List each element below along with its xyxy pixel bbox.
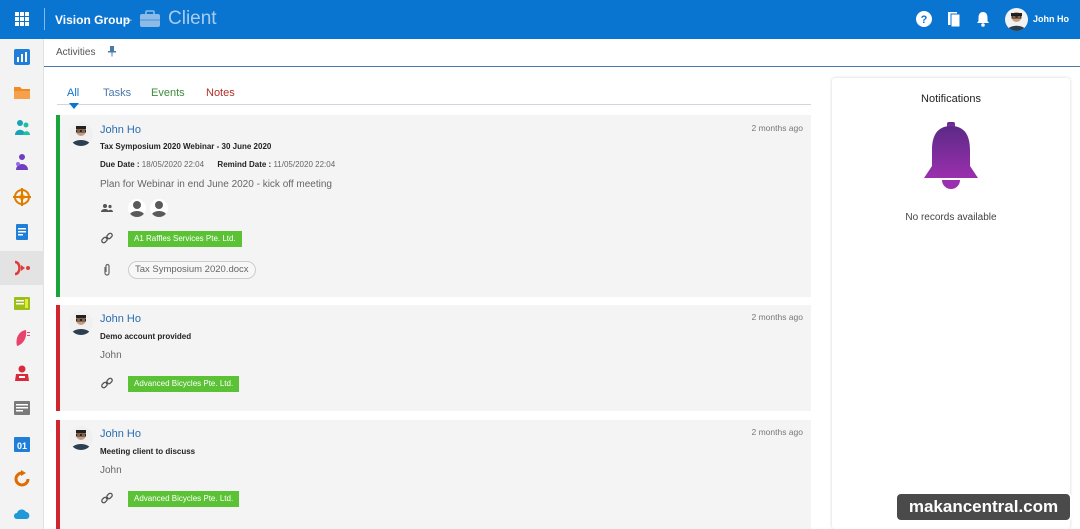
sidebar-item-activities[interactable]: [0, 251, 44, 285]
sidebar-item-report[interactable]: [0, 391, 44, 425]
activity-card[interactable]: John Ho 2 months ago Tax Symposium 2020 …: [56, 115, 811, 297]
activity-time: 2 months ago: [751, 123, 803, 133]
notifications-title: Notifications: [921, 93, 981, 105]
sidebar: 01: [0, 39, 44, 529]
document-icon: [16, 224, 28, 240]
sidebar-item-target[interactable]: [0, 180, 44, 214]
app-title: Client: [168, 8, 217, 29]
user-name[interactable]: John Ho: [1033, 14, 1069, 24]
bell-icon[interactable]: [974, 10, 992, 28]
due-date-value: 18/05/2020 22:04: [141, 160, 205, 169]
sidebar-item-leaf[interactable]: [0, 321, 44, 355]
svg-text:01: 01: [17, 441, 27, 451]
sidebar-item-calendar[interactable]: 01: [0, 427, 44, 461]
sidebar-item-folder[interactable]: [0, 75, 44, 109]
header-separator: –: [125, 12, 132, 26]
report-icon: [14, 401, 30, 415]
activity-card[interactable]: John Ho 2 months ago Demo account provid…: [56, 305, 811, 411]
activity-author[interactable]: John Ho: [100, 313, 141, 325]
header-divider: [44, 8, 45, 30]
attendee-avatar[interactable]: [150, 199, 168, 217]
help-icon[interactable]: ?: [915, 10, 933, 28]
svg-text:?: ?: [921, 14, 928, 26]
no-records-text: No records available: [905, 212, 997, 223]
tab-tasks[interactable]: Tasks: [103, 87, 131, 99]
top-bar: Vision Group – Client ? John Ho: [0, 0, 1080, 39]
briefcase-icon: [140, 10, 160, 27]
remind-date-label: Remind Date :: [217, 160, 272, 169]
sidebar-item-document[interactable]: [0, 215, 44, 249]
app-launcher-icon[interactable]: [15, 12, 29, 26]
activity-time: 2 months ago: [751, 427, 803, 437]
due-date-label: Due Date :: [100, 160, 140, 169]
activity-description: John: [100, 465, 122, 476]
activity-subject: Tax Symposium 2020 Webinar - 30 June 202…: [100, 142, 272, 151]
remind-date-value: 11/05/2020 22:04: [273, 160, 336, 169]
activity-card[interactable]: John Ho 2 months ago Meeting client to d…: [56, 420, 811, 529]
breadcrumb: Activities: [44, 39, 1080, 67]
link-icon: [101, 492, 113, 504]
sidebar-item-dashboard[interactable]: [0, 40, 44, 74]
tab-notes[interactable]: Notes: [206, 87, 235, 99]
linked-client-tag[interactable]: A1 Raffles Services Pte. Ltd.: [128, 231, 242, 247]
ledger-icon: [14, 297, 30, 310]
activity-author[interactable]: John Ho: [100, 428, 141, 440]
dashboard-icon: [14, 49, 30, 65]
activity-time: 2 months ago: [751, 312, 803, 322]
sidebar-item-refresh[interactable]: [0, 462, 44, 496]
sidebar-item-teams[interactable]: [0, 145, 44, 179]
leaf-icon: [16, 330, 30, 346]
contacts-icon: [15, 120, 30, 135]
linked-client-tag[interactable]: Advanced Bicycles Pte. Ltd.: [128, 376, 240, 392]
pin-icon[interactable]: [107, 45, 117, 57]
activity-subject: Demo account provided: [100, 332, 192, 341]
watermark: makancentral.com: [895, 492, 1072, 522]
bag-icon: [15, 365, 29, 381]
activity-dates: Due Date : 18/05/2020 22:04 Remind Date …: [100, 160, 335, 169]
notification-bell-icon: [924, 122, 978, 189]
breadcrumb-activities[interactable]: Activities: [56, 47, 95, 58]
cloud-icon: [14, 509, 30, 519]
paperclip-icon: [104, 263, 110, 276]
activity-author[interactable]: John Ho: [100, 124, 141, 136]
user-avatar[interactable]: [1005, 8, 1028, 31]
sidebar-item-contacts[interactable]: [0, 110, 44, 144]
avatar: [69, 311, 93, 335]
avatar: [69, 426, 93, 450]
link-icon: [101, 377, 113, 389]
attachment-chip[interactable]: Tax Symposium 2020.docx: [128, 261, 256, 279]
tab-all[interactable]: All: [67, 87, 79, 99]
activity-tabs: All Tasks Events Notes: [57, 86, 811, 109]
activity-icon: [14, 260, 30, 276]
teams-icon: [16, 154, 28, 170]
attendee-avatar[interactable]: [128, 199, 146, 217]
activity-description: Plan for Webinar in end June 2020 - kick…: [100, 179, 332, 190]
target-icon: [13, 188, 31, 206]
sidebar-item-bag[interactable]: [0, 356, 44, 390]
notifications-panel: Notifications No records available: [832, 78, 1070, 529]
calendar-icon: 01: [14, 437, 30, 452]
active-tab-indicator: [69, 103, 79, 109]
org-name[interactable]: Vision Group: [55, 13, 130, 27]
refresh-icon: [14, 470, 30, 487]
bookmarks-icon[interactable]: [945, 10, 963, 28]
sidebar-item-ledger[interactable]: [0, 286, 44, 320]
attendees-icon: [101, 204, 113, 212]
avatar: [69, 122, 93, 146]
link-icon: [101, 232, 113, 244]
tab-events[interactable]: Events: [151, 87, 185, 99]
sidebar-item-cloud[interactable]: [0, 497, 44, 529]
linked-client-tag[interactable]: Advanced Bicycles Pte. Ltd.: [128, 491, 240, 507]
folder-icon: [14, 87, 30, 99]
activity-description: John: [100, 350, 122, 361]
activity-subject: Meeting client to discuss: [100, 447, 196, 456]
